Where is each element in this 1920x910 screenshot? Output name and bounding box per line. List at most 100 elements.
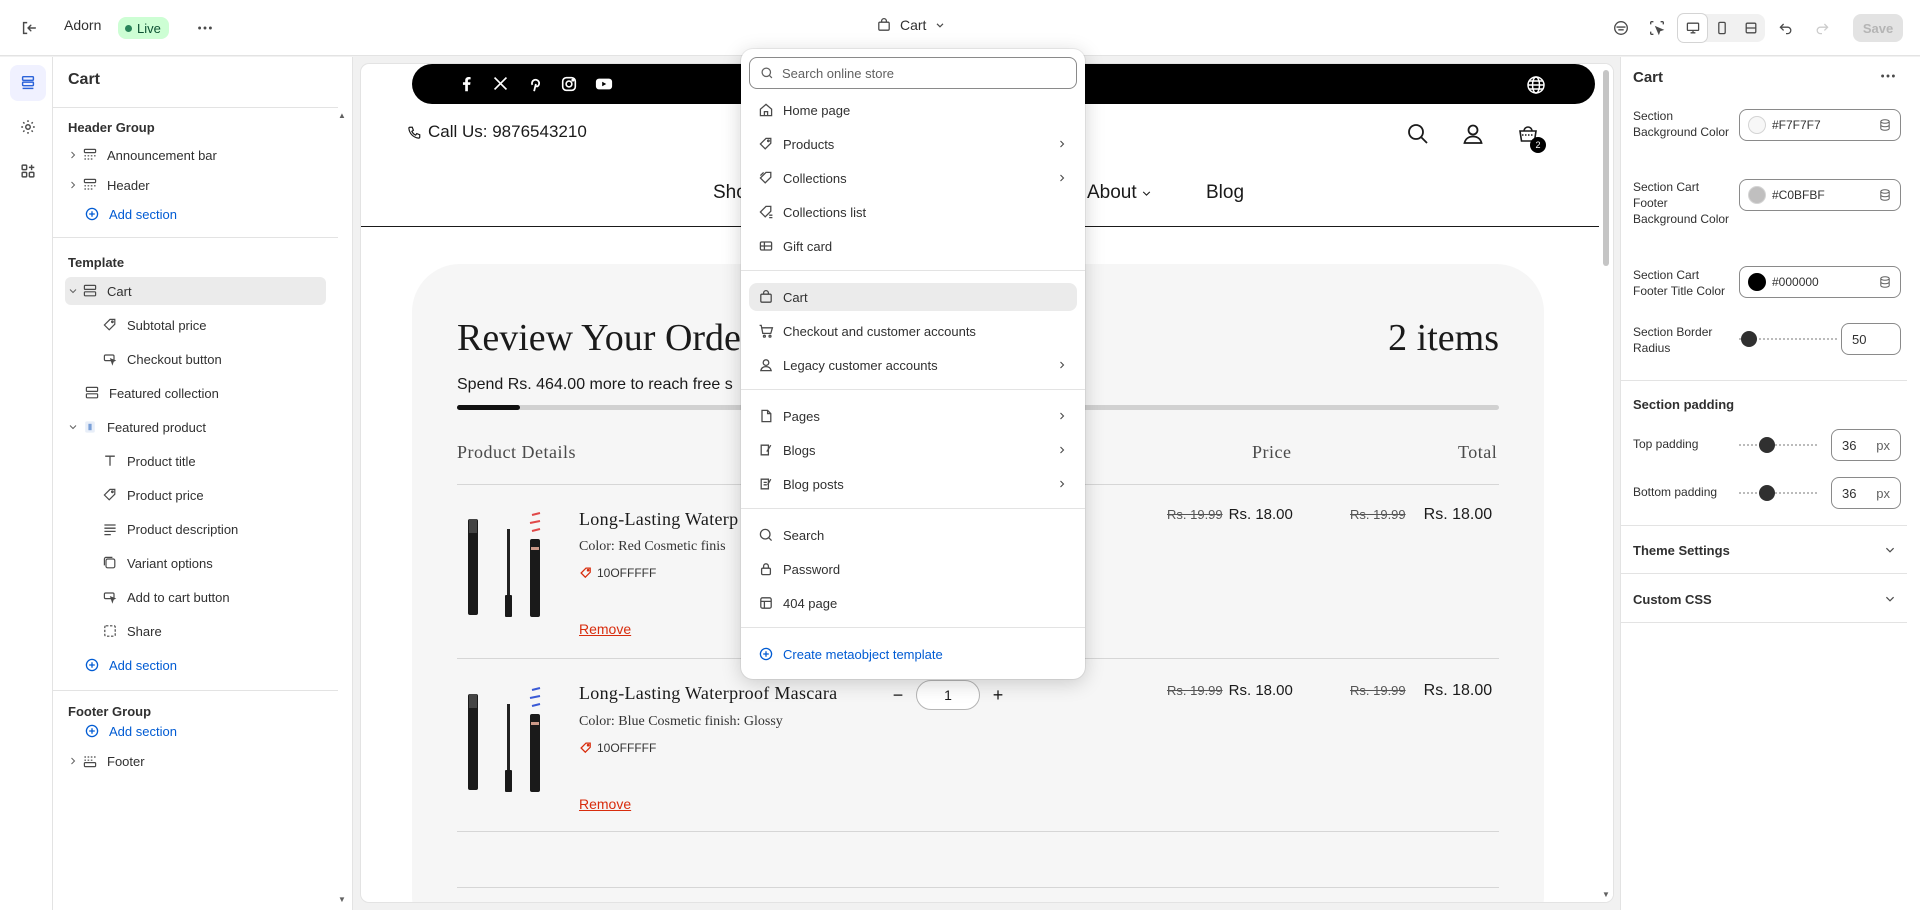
dd-legacy-accounts[interactable]: Legacy customer accounts <box>749 351 1077 379</box>
dd-home-page[interactable]: Home page <box>749 96 1077 124</box>
border-radius-input[interactable]: 50 <box>1841 323 1901 355</box>
quantity-input[interactable]: 1 <box>916 680 980 710</box>
redo-icon[interactable] <box>1807 13 1837 43</box>
product-title[interactable]: Long-Lasting Waterproof Mascara <box>579 683 837 704</box>
minus-button[interactable]: − <box>892 685 904 706</box>
dd-password[interactable]: Password <box>749 555 1077 583</box>
dd-404-page[interactable]: 404 page <box>749 589 1077 617</box>
more-actions-button[interactable] <box>190 13 220 43</box>
color-swatch[interactable] <box>1748 116 1766 134</box>
sensei-icon[interactable] <box>1606 13 1636 43</box>
pinterest-icon[interactable] <box>526 75 544 93</box>
bottom-padding-input[interactable]: 36 px <box>1831 477 1901 509</box>
chevron-down-icon[interactable] <box>1884 593 1896 605</box>
scroll-up-icon[interactable]: ▲ <box>338 111 346 120</box>
chevron-right-icon[interactable] <box>65 756 81 766</box>
search-input[interactable]: Search online store <box>749 57 1077 89</box>
chevron-right-icon[interactable] <box>65 150 81 160</box>
product-image[interactable] <box>462 509 546 619</box>
nav-about[interactable]: About <box>1087 182 1152 204</box>
mobile-icon[interactable] <box>1707 14 1736 42</box>
apps-icon[interactable] <box>10 153 46 189</box>
plus-button[interactable]: + <box>992 685 1004 706</box>
save-button[interactable]: Save <box>1853 14 1903 42</box>
dd-create-metaobject[interactable]: Create metaobject template <box>749 640 1077 668</box>
template-selector[interactable]: Cart <box>876 17 946 33</box>
scroll-down-icon[interactable]: ▼ <box>1602 890 1610 899</box>
top-padding-input[interactable]: 36 px <box>1831 429 1901 461</box>
instagram-icon[interactable] <box>560 75 578 93</box>
section-featured-product[interactable]: Featured product <box>65 413 326 441</box>
scrollbar-thumb[interactable] <box>1603 70 1609 266</box>
slider-knob[interactable] <box>1759 437 1775 453</box>
sections-icon[interactable] <box>10 65 46 101</box>
youtube-icon[interactable] <box>594 75 613 93</box>
remove-link[interactable]: Remove <box>579 621 631 637</box>
add-section-footer-group[interactable]: Add section <box>83 717 326 745</box>
dd-checkout-accounts[interactable]: Checkout and customer accounts <box>749 317 1077 345</box>
search-icon[interactable] <box>1406 122 1434 150</box>
cart-icon[interactable]: 2 <box>1515 122 1546 153</box>
chevron-down-icon[interactable] <box>65 286 81 296</box>
exit-icon[interactable] <box>14 13 44 43</box>
desktop-icon[interactable] <box>1678 14 1707 42</box>
call-us[interactable]: Call Us: 9876543210 <box>407 122 587 142</box>
product-title[interactable]: Long-Lasting Waterp <box>579 509 738 530</box>
block-product-price[interactable]: Product price <box>101 481 326 509</box>
custom-css-toggle[interactable]: Custom CSS <box>1633 592 1712 607</box>
chevron-down-icon[interactable] <box>1884 544 1896 556</box>
remove-link[interactable]: Remove <box>579 796 631 812</box>
dd-pages[interactable]: Pages <box>749 402 1077 430</box>
database-icon[interactable] <box>1878 118 1892 132</box>
add-section-header-group[interactable]: Add section <box>83 200 323 228</box>
dd-blog-posts[interactable]: Blog posts <box>749 470 1077 498</box>
block-subtotal-price[interactable]: Subtotal price <box>101 311 326 339</box>
block-product-title[interactable]: Product title <box>101 447 326 475</box>
section-announcement-bar[interactable]: Announcement bar <box>65 141 323 169</box>
section-header[interactable]: Header <box>65 171 323 199</box>
scroll-down-icon[interactable]: ▼ <box>338 895 346 904</box>
fullscreen-icon[interactable] <box>1736 14 1765 42</box>
more-options-icon[interactable] <box>1879 67 1897 85</box>
dd-products[interactable]: Products <box>749 130 1077 158</box>
x-twitter-icon[interactable] <box>492 75 510 93</box>
chevron-right-icon[interactable] <box>65 180 81 190</box>
facebook-icon[interactable] <box>458 75 476 93</box>
block-variant-options[interactable]: Variant options <box>101 549 326 577</box>
bottom-padding-slider[interactable] <box>1739 483 1819 503</box>
footer-title-field[interactable]: #000000 <box>1739 266 1901 298</box>
slider-knob[interactable] <box>1759 485 1775 501</box>
nav-blog[interactable]: Blog <box>1206 182 1244 204</box>
color-swatch[interactable] <box>1748 186 1766 204</box>
footer-bg-field[interactable]: #C0BFBF <box>1739 179 1901 211</box>
dd-gift-card[interactable]: Gift card <box>749 232 1077 260</box>
globe-icon[interactable] <box>1526 75 1545 94</box>
chevron-down-icon[interactable] <box>65 422 81 432</box>
bg-color-field[interactable]: #F7F7F7 <box>1739 109 1901 141</box>
account-icon[interactable] <box>1461 122 1489 150</box>
gear-icon[interactable] <box>10 109 46 145</box>
inspector-icon[interactable] <box>1642 13 1672 43</box>
section-cart[interactable]: Cart <box>65 277 326 305</box>
database-icon[interactable] <box>1878 188 1892 202</box>
border-radius-slider[interactable] <box>1739 329 1839 349</box>
block-checkout-button[interactable]: Checkout button <box>101 345 326 373</box>
theme-settings-toggle[interactable]: Theme Settings <box>1633 543 1730 558</box>
section-featured-collection[interactable]: Featured collection <box>83 379 326 407</box>
section-footer[interactable]: Footer <box>65 747 326 775</box>
add-section-template[interactable]: Add section <box>83 651 326 679</box>
slider-knob[interactable] <box>1741 331 1757 347</box>
preview-scrollbar[interactable]: ▼ <box>1599 64 1613 902</box>
color-swatch[interactable] <box>1748 273 1766 291</box>
dd-collections-list[interactable]: Collections list <box>749 198 1077 226</box>
dd-search[interactable]: Search <box>749 521 1077 549</box>
undo-icon[interactable] <box>1771 13 1801 43</box>
product-image[interactable] <box>462 684 546 794</box>
block-product-description[interactable]: Product description <box>101 515 326 543</box>
dd-cart[interactable]: Cart <box>749 283 1077 311</box>
dd-collections[interactable]: Collections <box>749 164 1077 192</box>
block-share[interactable]: Share <box>101 617 326 645</box>
dd-blogs[interactable]: Blogs <box>749 436 1077 464</box>
top-padding-slider[interactable] <box>1739 435 1819 455</box>
database-icon[interactable] <box>1878 275 1892 289</box>
